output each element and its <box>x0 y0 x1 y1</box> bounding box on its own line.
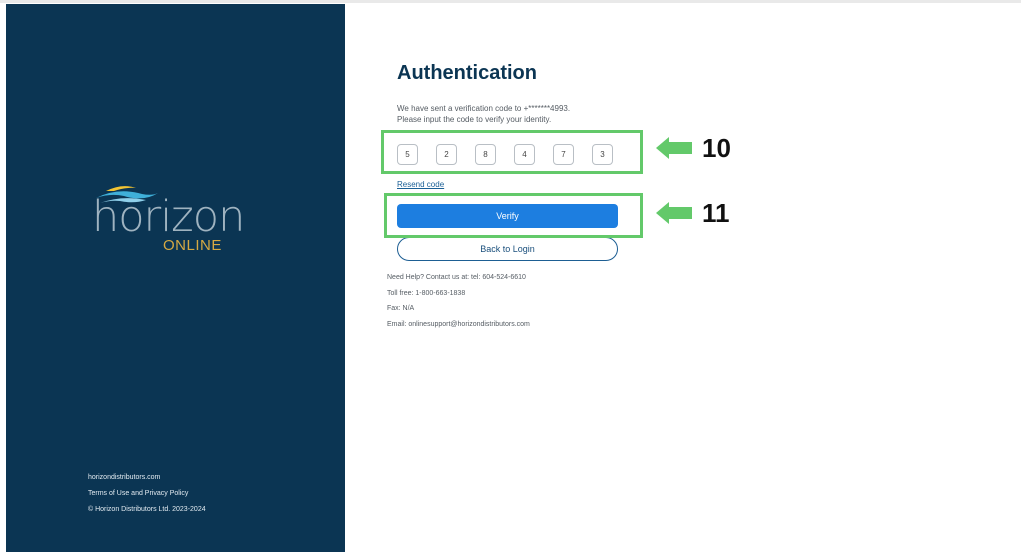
help-fax: Fax: N/A <box>387 305 415 312</box>
arrow-left-icon <box>656 137 692 159</box>
message-line-1: We have sent a verification code to +***… <box>397 104 571 113</box>
verification-message: We have sent a verification code to +***… <box>397 103 570 125</box>
help-email: Email: onlinesupport@horizondistributors… <box>387 320 530 328</box>
code-highlight-box <box>381 130 643 174</box>
back-to-login-button[interactable]: Back to Login <box>397 237 618 261</box>
horizon-logo: horizon ONLINE <box>92 182 245 262</box>
help-toll-free: Toll free: 1-800-663-1838 <box>387 289 466 297</box>
step-number-10: 10 <box>702 133 731 163</box>
page-title: Authentication <box>397 62 537 84</box>
terms-link[interactable]: Terms of Use and Privacy Policy <box>88 486 206 502</box>
site-link[interactable]: horizondistributors.com <box>88 470 206 486</box>
logo-online-text: ONLINE <box>163 237 222 254</box>
logo-wordmark: horizon <box>92 192 245 242</box>
resend-code-link[interactable]: Resend code <box>397 180 444 189</box>
sidebar-footer: horizondistributors.com Terms of Use and… <box>88 470 206 518</box>
help-contact-info: Need Help? Contact us at: tel: 604-524-6… <box>387 270 530 332</box>
screen: horizon ONLINE horizondistributors.com T… <box>0 0 1021 552</box>
help-phone: Need Help? Contact us at: tel: 604-524-6… <box>387 274 526 281</box>
step-number-11: 11 <box>702 198 730 228</box>
arrow-left-icon <box>656 202 692 224</box>
message-line-2: Please input the code to verify your ide… <box>397 115 552 124</box>
brand-sidebar: horizon ONLINE horizondistributors.com T… <box>6 4 345 552</box>
top-border <box>0 0 1021 3</box>
verify-highlight-box <box>384 193 643 238</box>
copyright-text: © Horizon Distributors Ltd. 2023-2024 <box>88 506 206 513</box>
